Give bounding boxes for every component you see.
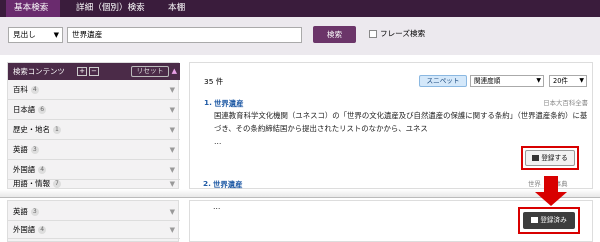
search-bar: 見出し ▼ 世界遺産 検索 フレーズ検索 [0, 17, 600, 55]
add-to-shelf-icon [532, 155, 540, 161]
expand-all-button[interactable]: + [77, 67, 87, 76]
result-title-link[interactable]: 世界遺産 [214, 98, 244, 109]
sidebar-item-foreign-languages[interactable]: 外国語 4 ▼ [8, 160, 180, 180]
tab-detail-search[interactable]: 詳細（個別）検索 [68, 0, 153, 17]
collapse-up-icon[interactable]: ▲ [172, 63, 177, 80]
search-button[interactable]: 検索 [313, 26, 356, 43]
collapse-all-button[interactable]: − [89, 67, 99, 76]
sidebar-header: 検索コンテンツ + − リセット ▲ [8, 63, 180, 80]
per-page-value: 20件 [553, 77, 568, 85]
expand-icon[interactable]: ▼ [170, 140, 175, 160]
sidebar-title: 検索コンテンツ [13, 67, 65, 76]
sidebar-item-label: 外国語 [13, 225, 36, 234]
count-badge: 4 [38, 226, 47, 234]
sidebar-item-label: 歴史・地名 [13, 125, 50, 134]
sidebar-item-label: 英語 [13, 145, 28, 154]
sidebar-item-english[interactable]: 英語 3 ▼ [8, 140, 180, 160]
count-badge: 1 [52, 126, 61, 134]
screenshot-stage: 基本検索 詳細（個別）検索 本棚 見出し ▼ 世界遺産 検索 フレーズ検索 検索… [0, 0, 600, 242]
scroll-fade [0, 189, 600, 197]
count-badge: 3 [30, 208, 39, 216]
sidebar-item-japanese[interactable]: 日本語 6 ▼ [8, 100, 180, 120]
phrase-search-label: フレーズ検索 [380, 29, 426, 38]
registered-icon [531, 217, 539, 223]
sidebar-item-label: 英語 [13, 207, 28, 216]
sidebar-item-label: 百科 [13, 85, 28, 94]
search-scope-value: 見出し [13, 30, 36, 39]
chevron-down-icon: ▼ [579, 77, 584, 84]
red-arrow-icon [535, 192, 567, 206]
per-page-select[interactable]: 20件 ▼ [549, 75, 587, 87]
sidebar-item-foreign-languages[interactable]: 外国語 4 ▼ [8, 221, 180, 239]
register-button[interactable]: 登録する [525, 150, 575, 166]
result-count: 35 件 [204, 77, 224, 86]
top-nav: 基本検索 詳細（個別）検索 本棚 [0, 0, 600, 17]
search-input[interactable]: 世界遺産 [67, 27, 302, 43]
content-filter-sidebar-bottom: 英語 3 ▼ 外国語 4 ▼ [7, 200, 180, 242]
sort-order-select[interactable]: 関連度順 ▼ [470, 75, 544, 87]
sidebar-item-encyclopedia[interactable]: 百科 4 ▼ [8, 80, 180, 100]
expand-icon[interactable]: ▼ [170, 160, 175, 180]
count-badge: 4 [38, 166, 47, 174]
result-snippet: 国連教育科学文化機関（ユネスコ）の「世界の文化遺産及び自然遺産の保護に関する条約… [214, 111, 588, 133]
sidebar-item-label: 用語・情報 [13, 179, 50, 188]
count-badge: 3 [30, 146, 39, 154]
tab-bookshelf[interactable]: 本棚 [160, 0, 193, 17]
sidebar-item-label: 日本語 [13, 105, 36, 114]
expand-icon[interactable]: ▼ [170, 80, 175, 100]
expand-icon[interactable]: ▼ [170, 221, 175, 239]
sort-order-value: 関連度順 [474, 77, 501, 85]
expand-icon[interactable]: ▼ [170, 100, 175, 120]
result-source: 日本大百科全書 [543, 99, 588, 107]
result-number: 2. [203, 179, 211, 188]
sidebar-item-english[interactable]: 英語 3 ▼ [8, 203, 180, 221]
phrase-search-checkbox[interactable] [369, 30, 377, 38]
expand-icon[interactable]: ▼ [170, 203, 175, 221]
sidebar-item-history-places[interactable]: 歴史・地名 1 ▼ [8, 120, 180, 140]
chevron-down-icon: ▼ [536, 77, 541, 84]
result-ellipsis: … [214, 137, 222, 146]
registered-label: 登録済み [540, 216, 567, 224]
count-badge: 4 [30, 86, 39, 94]
count-badge: 6 [38, 106, 47, 114]
tab-basic-search[interactable]: 基本検索 [6, 0, 60, 17]
reset-button[interactable]: リセット [131, 66, 169, 77]
divider [0, 197, 600, 198]
count-badge: 7 [52, 180, 61, 188]
result-source-prefix: 世界 [528, 180, 541, 188]
snippet-toggle-button[interactable]: スニペット [419, 75, 467, 87]
register-label: 登録する [541, 154, 568, 162]
content-filter-sidebar: 検索コンテンツ + − リセット ▲ 百科 4 ▼ 日本語 6 ▼ 歴史・地名 1 ▼… [7, 62, 180, 189]
result-ellipsis: … [213, 202, 221, 211]
result-number: 1. [204, 98, 212, 107]
phrase-search-option[interactable]: フレーズ検索 [369, 28, 425, 40]
sidebar-item-label: 外国語 [13, 165, 36, 174]
chevron-down-icon: ▼ [53, 31, 59, 39]
registered-button[interactable]: 登録済み [523, 212, 575, 229]
search-scope-select[interactable]: 見出し ▼ [8, 27, 63, 43]
expand-icon[interactable]: ▼ [170, 120, 175, 140]
